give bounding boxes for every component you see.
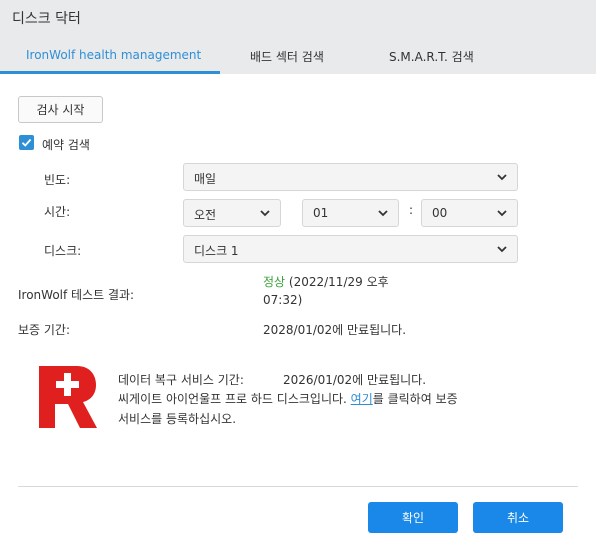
rescue-text-prefix: 씨게이트 아이언울프 프로 하드 디스크입니다.: [118, 392, 351, 406]
time-hour-select[interactable]: 01: [302, 199, 399, 227]
rescue-service-label: 데이터 복구 서비스 기간:: [118, 373, 244, 387]
check-icon: [21, 138, 32, 147]
chevron-down-icon: [378, 210, 388, 217]
time-label: 시간:: [44, 205, 71, 219]
ok-button[interactable]: 확인: [368, 502, 458, 533]
tab-ironwolf-health[interactable]: IronWolf health management: [26, 48, 201, 62]
time-hour-value: 01: [313, 206, 329, 220]
time-ampm-value: 오전: [194, 208, 217, 222]
seagate-rescue-logo-icon: [39, 366, 97, 428]
rescue-registration-text-line3: 서비스를 등록하십시오.: [118, 412, 237, 426]
disk-value: 디스크 1: [194, 244, 239, 258]
active-tab-indicator: [0, 71, 220, 74]
ironwolf-result-label: IronWolf 테스트 결과:: [18, 288, 135, 302]
frequency-value: 매일: [194, 172, 217, 186]
start-scan-button[interactable]: 검사 시작: [18, 96, 103, 123]
footer-divider: [18, 486, 578, 487]
time-minute-value: 00: [432, 206, 448, 220]
dialog-title: 디스크 닥터: [12, 11, 81, 27]
ironwolf-timestamp-part2: 07:32): [263, 293, 303, 307]
chevron-down-icon: [497, 210, 507, 217]
warranty-value: 2028/01/02에 만료됩니다.: [263, 323, 407, 337]
chevron-down-icon: [260, 210, 270, 217]
rescue-text-suffix: 를 클릭하여 보증: [372, 392, 458, 406]
ironwolf-result-line1: 정상 (2022/11/29 오후: [263, 273, 389, 290]
warranty-label: 보증 기간:: [18, 323, 71, 337]
chevron-down-icon: [497, 174, 507, 181]
rescue-service-expiry: 2026/01/02에 만료됩니다.: [283, 373, 427, 387]
schedule-checkbox-label: 예약 검색: [42, 138, 90, 152]
tab-smart-scan[interactable]: S.M.A.R.T. 검색: [389, 48, 474, 65]
time-minute-select[interactable]: 00: [421, 199, 518, 227]
schedule-checkbox[interactable]: [19, 135, 34, 150]
disk-label: 디스크:: [44, 244, 82, 258]
time-separator: :: [409, 203, 414, 217]
dialog-header: 디스크 닥터 IronWolf health management 배드 섹터 …: [0, 0, 596, 74]
ironwolf-status: 정상: [263, 275, 286, 289]
cancel-button[interactable]: 취소: [473, 502, 563, 533]
time-ampm-select[interactable]: 오전: [183, 199, 281, 227]
frequency-label: 빈도:: [44, 173, 71, 187]
rescue-registration-text: 씨게이트 아이언울프 프로 하드 디스크입니다. 여기를 클릭하여 보증: [118, 390, 458, 407]
warranty-register-link[interactable]: 여기: [351, 392, 373, 406]
frequency-select[interactable]: 매일: [183, 163, 518, 191]
chevron-down-icon: [497, 246, 507, 253]
tab-bad-sector-scan[interactable]: 배드 섹터 검색: [250, 48, 324, 65]
disk-select[interactable]: 디스크 1: [183, 235, 518, 263]
ironwolf-timestamp-part1: (2022/11/29 오후: [285, 275, 389, 289]
